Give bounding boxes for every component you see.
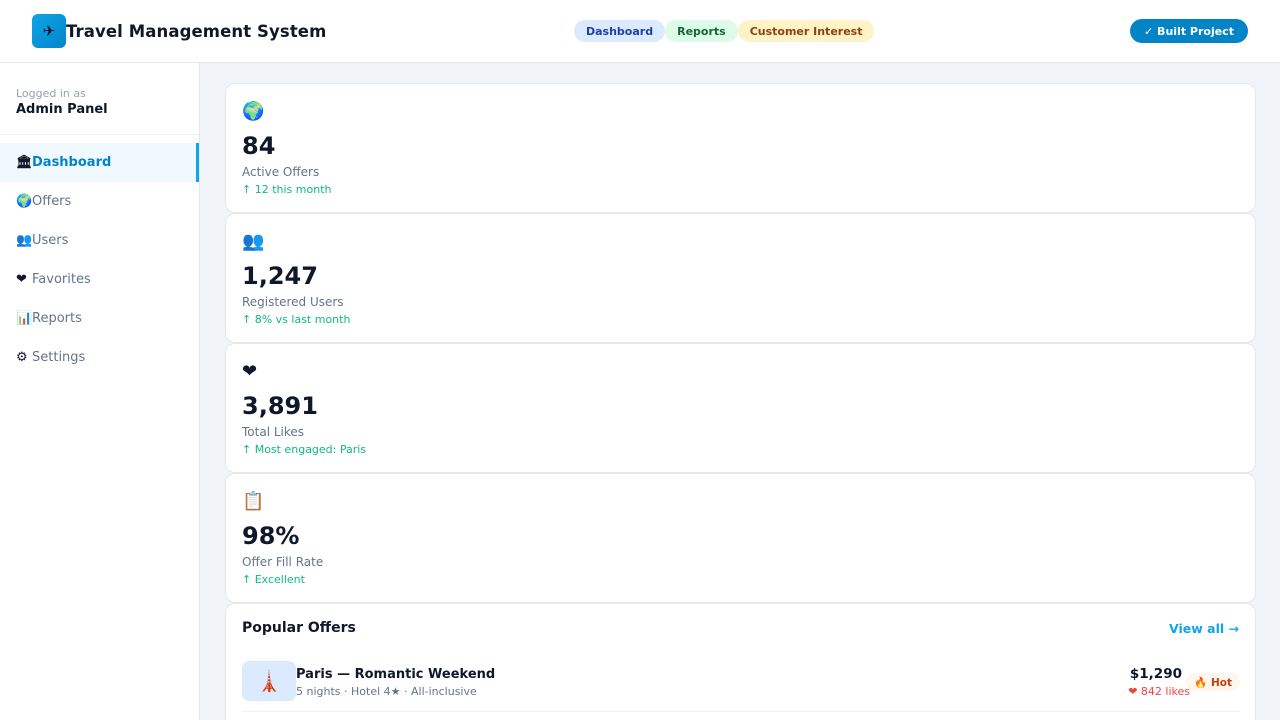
user-name: Admin Panel xyxy=(16,102,108,117)
built-project-button[interactable]: ✓ Built Project xyxy=(1130,19,1248,43)
sidebar: Logged in as Admin Panel 🏛 Dashboard 🌍 O… xyxy=(0,63,200,720)
heart-icon: ❤ xyxy=(16,272,27,287)
hot-badge: 🔥 Hot xyxy=(1186,673,1240,691)
brand[interactable]: ✈ Travel Management System xyxy=(32,14,326,48)
main-content: 🌍 84 Active Offers ↑ 12 this month 👥 1,2… xyxy=(225,83,1256,720)
stat-trend: ↑ Excellent xyxy=(242,573,305,586)
sidebar-item-dashboard[interactable]: 🏛 Dashboard xyxy=(0,143,199,182)
sidebar-item-users[interactable]: 👥 Users xyxy=(0,221,199,260)
users-icon: 👥 xyxy=(242,231,265,252)
stat-trend: ↑ 8% vs last month xyxy=(242,313,351,326)
stat-card-active-offers: 🌍 84 Active Offers ↑ 12 this month xyxy=(225,83,1256,213)
offer-name: Paris — Romantic Weekend xyxy=(296,667,496,682)
stat-label: Offer Fill Rate xyxy=(242,555,324,569)
sidebar-item-label: Offers xyxy=(32,194,72,209)
users-icon: 👥 xyxy=(16,233,33,248)
stat-card-registered-users: 👥 1,247 Registered Users ↑ 8% vs last mo… xyxy=(225,213,1256,343)
stat-value: 3,891 xyxy=(242,392,318,420)
sidebar-item-offers[interactable]: 🌍 Offers xyxy=(0,182,199,221)
pill-reports[interactable]: Reports xyxy=(665,20,738,42)
sidebar-item-label: Users xyxy=(32,233,69,248)
sidebar-item-settings[interactable]: ⚙ Settings xyxy=(0,338,199,377)
building-icon: 🏛 xyxy=(16,155,33,170)
section-title: Popular Offers xyxy=(242,620,356,636)
airplane-icon: ✈ xyxy=(32,14,66,48)
offer-row[interactable]: 🗼 Paris — Romantic Weekend 5 nights · Ho… xyxy=(242,661,1240,712)
logged-in-label: Logged in as xyxy=(16,87,86,100)
heart-icon: ❤ xyxy=(242,361,258,382)
sidebar-nav: 🏛 Dashboard 🌍 Offers 👥 Users ❤ Favorites… xyxy=(0,143,199,377)
pill-customer-interest[interactable]: Customer Interest xyxy=(737,20,875,42)
popular-offers-card: Popular Offers View all → 🗼 Paris — Roma… xyxy=(225,603,1256,720)
sidebar-item-label: Dashboard xyxy=(32,155,112,170)
eiffel-tower-icon: 🗼 xyxy=(242,661,296,701)
stat-value: 84 xyxy=(242,132,276,160)
stat-card-total-likes: ❤ 3,891 Total Likes ↑ Most engaged: Pari… xyxy=(225,343,1256,473)
stat-value: 98% xyxy=(242,522,300,550)
stat-label: Total Likes xyxy=(242,425,305,439)
sidebar-item-label: Favorites xyxy=(32,272,91,287)
offer-price: $1,290 xyxy=(1129,666,1182,682)
stat-value: 1,247 xyxy=(242,262,318,290)
pill-dashboard[interactable]: Dashboard xyxy=(574,20,666,42)
login-info: Logged in as Admin Panel xyxy=(0,63,199,135)
stat-label: Registered Users xyxy=(242,295,344,309)
sidebar-item-label: Reports xyxy=(32,311,82,326)
bar-chart-icon: 📊 xyxy=(16,311,33,326)
offer-likes: ❤ 842 likes xyxy=(1128,685,1190,698)
stat-trend: ↑ Most engaged: Paris xyxy=(242,443,367,456)
stat-card-fill-rate: 📋 98% Offer Fill Rate ↑ Excellent xyxy=(225,473,1256,603)
top-header: ✈ Travel Management System Dashboard Rep… xyxy=(0,0,1280,63)
offer-meta: 5 nights · Hotel 4★ · All-inclusive xyxy=(296,685,477,698)
view-all-link[interactable]: View all → xyxy=(1169,621,1239,636)
header-nav: Dashboard Reports Customer Interest xyxy=(574,20,875,42)
sidebar-item-reports[interactable]: 📊 Reports xyxy=(0,299,199,338)
stat-label: Active Offers xyxy=(242,165,320,179)
sidebar-item-favorites[interactable]: ❤ Favorites xyxy=(0,260,199,299)
app-title: Travel Management System xyxy=(66,21,327,41)
sidebar-item-label: Settings xyxy=(32,350,86,365)
globe-icon: 🌍 xyxy=(242,101,265,122)
stat-trend: ↑ 12 this month xyxy=(242,183,332,196)
gear-icon: ⚙ xyxy=(16,350,28,365)
globe-icon: 🌍 xyxy=(16,194,33,209)
clipboard-icon: 📋 xyxy=(242,491,265,512)
